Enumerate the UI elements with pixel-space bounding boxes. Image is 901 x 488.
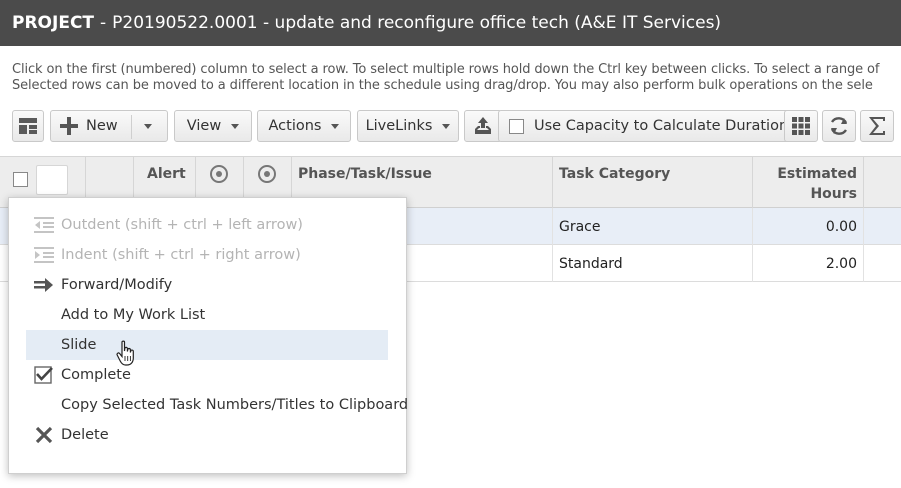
menu-item-label: Indent (shift + ctrl + right arrow): [61, 247, 301, 263]
actions-dropdown-label: Actions: [268, 118, 322, 134]
view-dropdown-label: View: [186, 118, 222, 134]
export-tray-icon: [475, 117, 491, 134]
grid-columns-icon: [792, 117, 810, 135]
menu-item-label: Forward/Modify: [61, 277, 173, 293]
alert-header-label: Alert: [147, 166, 186, 182]
category-cell[interactable]: Standard: [553, 245, 753, 282]
menu-item-label: Outdent (shift + ctrl + left arrow): [61, 217, 303, 233]
menu-item-copy-clipboard[interactable]: Copy Selected Task Numbers/Titles to Cli…: [26, 390, 408, 420]
menu-item-label: Slide: [61, 337, 97, 353]
new-button[interactable]: New: [50, 110, 168, 142]
layout-toggle-button[interactable]: [12, 110, 44, 142]
hours-header-label-line1: Estimated: [777, 166, 857, 182]
chevron-down-icon: [231, 123, 240, 129]
menu-item-add-to-work-list[interactable]: Add to My Work List: [26, 300, 388, 330]
hours-header-label-line2: Hours: [810, 186, 857, 202]
bulk-actions-menu: Outdent (shift + ctrl + left arrow) Inde…: [8, 197, 408, 474]
title-separator: -: [100, 13, 107, 33]
livelinks-dropdown-label: LiveLinks: [365, 118, 433, 134]
page-title: P20190522.0001 - update and reconfigure …: [112, 13, 722, 33]
menu-item-forward-modify[interactable]: Forward/Modify: [26, 270, 388, 300]
menu-item-slide[interactable]: Slide: [26, 330, 388, 360]
forward-arrow-icon: [34, 278, 53, 292]
refresh-button[interactable]: [822, 110, 856, 142]
capacity-checkbox[interactable]: [509, 118, 524, 134]
menu-item-outdent[interactable]: Outdent (shift + ctrl + left arrow): [26, 210, 388, 240]
indent-icon: [34, 247, 54, 263]
menu-item-complete[interactable]: Complete: [26, 360, 388, 390]
x-delete-icon: [35, 426, 53, 444]
instructions-text: Click on the first (numbered) column to …: [12, 62, 901, 94]
select-all-checkbox[interactable]: [13, 172, 28, 187]
menu-item-label: Copy Selected Task Numbers/Titles to Cli…: [61, 397, 409, 413]
actions-dropdown[interactable]: Actions: [257, 110, 351, 142]
plus-icon: [60, 117, 78, 135]
sum-button[interactable]: [860, 110, 894, 142]
view-dropdown[interactable]: View: [174, 110, 252, 142]
chevron-down-icon[interactable]: [144, 124, 152, 129]
chevron-down-icon: [442, 123, 451, 129]
checkbox-checked-icon: [34, 366, 53, 384]
instructions-line-1: Click on the first (numbered) column to …: [12, 62, 880, 77]
phase-header-label: Phase/Task/Issue: [298, 166, 432, 182]
instructions-line-2: Selected rows can be moved to a differen…: [12, 78, 873, 93]
export-button[interactable]: [464, 110, 502, 142]
new-button-label: New: [86, 118, 118, 134]
capacity-toggle[interactable]: Use Capacity to Calculate Duration: [498, 110, 790, 142]
target-circle-icon: [258, 165, 276, 183]
title-prefix: PROJECT: [12, 13, 95, 33]
category-cell[interactable]: Grace: [553, 208, 753, 245]
menu-item-label: Complete: [61, 367, 131, 383]
menu-item-label: Delete: [61, 427, 109, 443]
menu-item-delete[interactable]: Delete: [26, 420, 388, 450]
menu-item-indent[interactable]: Indent (shift + ctrl + right arrow): [26, 240, 388, 270]
hours-column-header[interactable]: Estimated Hours: [753, 157, 864, 208]
outdent-icon: [34, 217, 54, 233]
target-circle-icon: [210, 165, 228, 183]
category-column-header[interactable]: Task Category: [553, 157, 753, 208]
hours-cell[interactable]: 2.00: [753, 245, 864, 282]
hours-cell[interactable]: 0.00: [753, 208, 864, 245]
menu-item-label: Add to My Work List: [61, 307, 206, 323]
layout-grid-icon: [19, 118, 37, 134]
refresh-icon: [830, 117, 848, 135]
capacity-label: Use Capacity to Calculate Duration: [534, 118, 789, 134]
livelinks-dropdown[interactable]: LiveLinks: [357, 110, 459, 142]
new-split-divider: [131, 115, 132, 139]
columns-button[interactable]: [784, 110, 818, 142]
title-bar: PROJECT - P20190522.0001 - update and re…: [0, 0, 901, 46]
select-menu-button[interactable]: [36, 165, 68, 195]
category-header-label: Task Category: [559, 166, 671, 182]
hand-pointer-cursor-icon: [116, 340, 134, 366]
chevron-down-icon: [331, 123, 340, 129]
toolbar: New View Actions LiveLinks Use Capacity …: [12, 110, 901, 142]
sigma-icon: [869, 117, 885, 135]
